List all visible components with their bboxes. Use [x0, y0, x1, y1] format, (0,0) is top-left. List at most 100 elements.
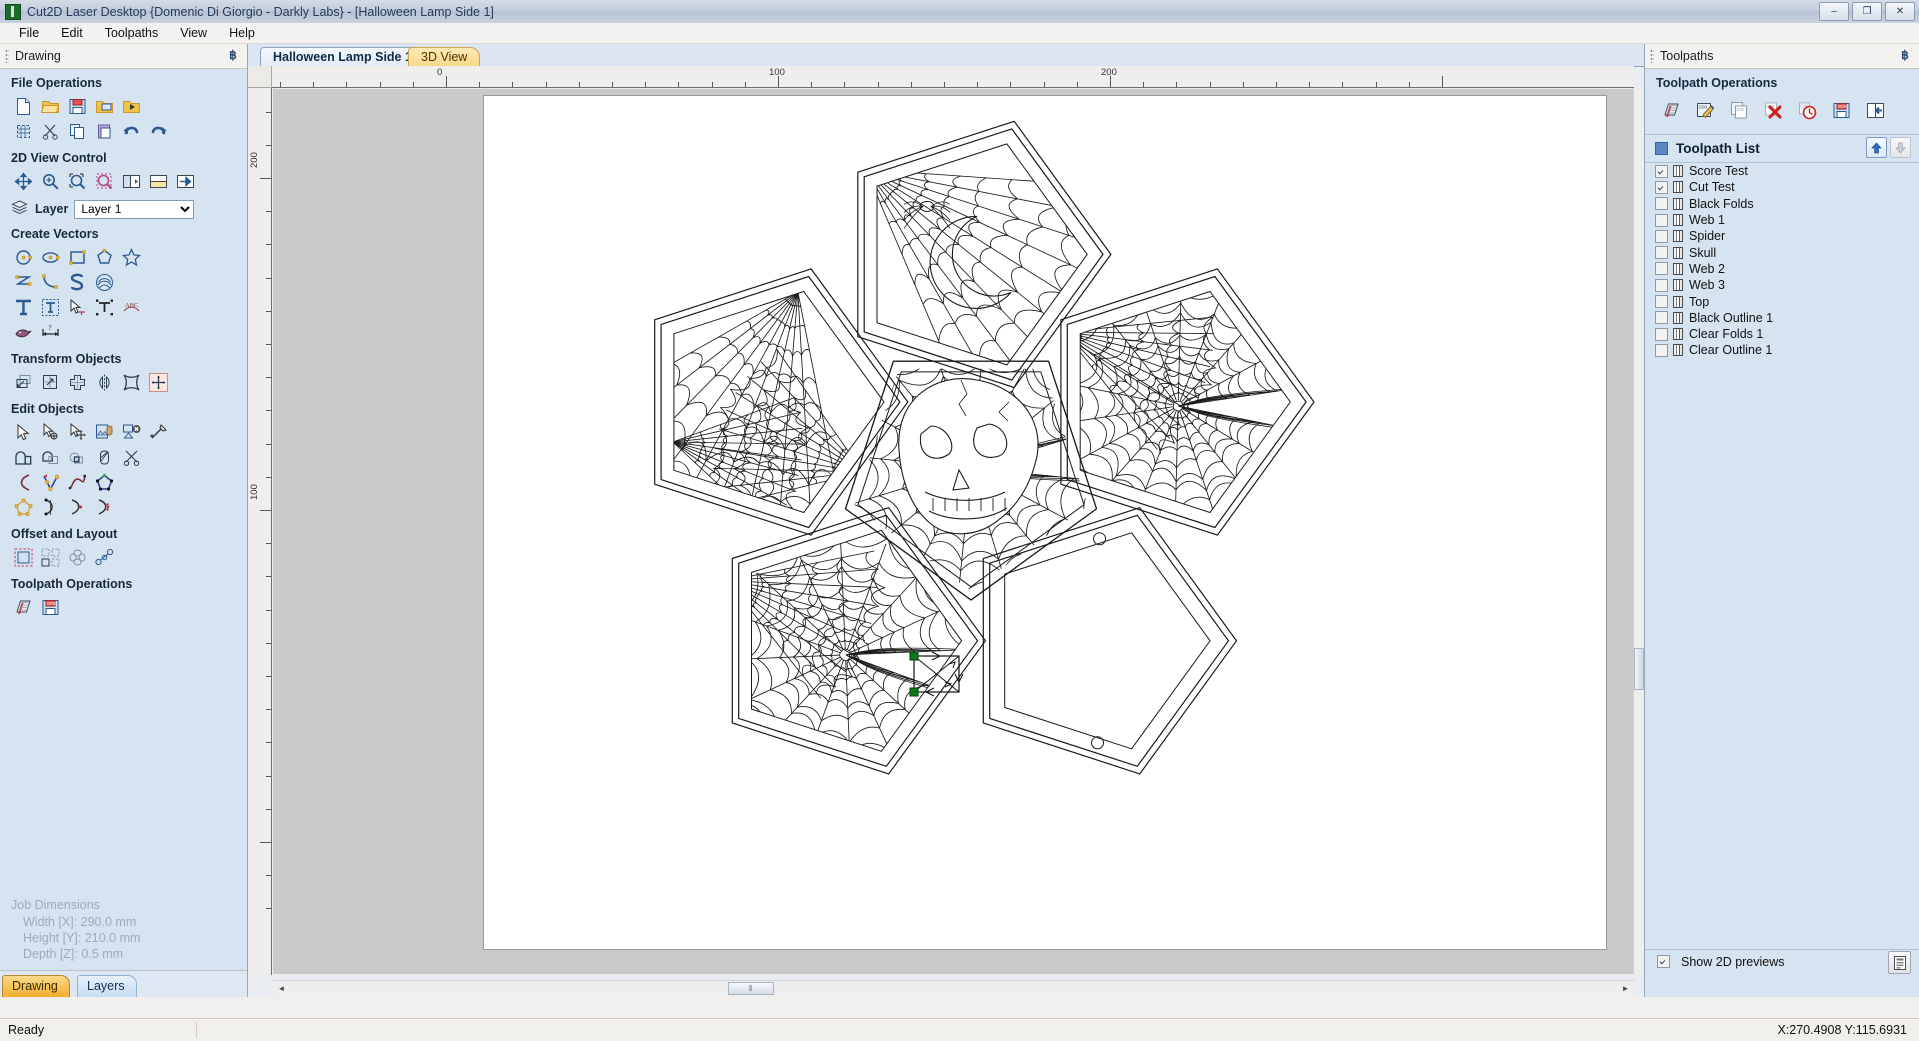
move-object-button[interactable] — [10, 370, 37, 395]
zoom-box-button[interactable] — [91, 169, 118, 194]
pan-view-button[interactable] — [10, 169, 37, 194]
toolpath-visibility-checkbox[interactable] — [1655, 197, 1668, 211]
trim-vectors-button[interactable] — [118, 445, 145, 470]
measure-button[interactable] — [145, 420, 172, 445]
group-objects-button[interactable] — [91, 420, 118, 445]
open-folder-button[interactable] — [37, 94, 64, 119]
job-material-sheet[interactable] — [483, 95, 1607, 950]
spiral-texture-button[interactable] — [91, 270, 118, 295]
scale-object-button[interactable] — [37, 370, 64, 395]
zoom-extents-button[interactable] — [64, 169, 91, 194]
move-nodes-button[interactable] — [64, 420, 91, 445]
selection-overlay[interactable] — [484, 96, 1606, 949]
toolpath-summary-button[interactable] — [1861, 96, 1889, 124]
new-file-button[interactable] — [10, 94, 37, 119]
toolpath-list-item[interactable]: Black Folds — [1645, 196, 1919, 212]
toolpath-list-item[interactable]: Clear Outline 1 — [1645, 342, 1919, 358]
toggle-right-pane-button[interactable] — [172, 169, 199, 194]
toolpath-list-item[interactable]: Web 1 — [1645, 212, 1919, 228]
save-disk-button[interactable] — [64, 94, 91, 119]
toolpath-visibility-checkbox[interactable] — [1655, 311, 1668, 325]
toolpath-summary-button[interactable] — [1888, 951, 1911, 974]
open-recent-button[interactable] — [91, 94, 118, 119]
draw-circle-button[interactable] — [10, 245, 37, 270]
ungroup-objects-button[interactable] — [118, 420, 145, 445]
text-in-box-button[interactable] — [37, 295, 64, 320]
toolpath-visibility-checkbox[interactable] — [1655, 213, 1668, 227]
preview-toolpath-button[interactable] — [1657, 96, 1685, 124]
pin-icon[interactable]: ฿ — [227, 49, 239, 62]
toolpath-visibility-checkbox[interactable] — [1655, 246, 1668, 260]
weld-vectors-button[interactable] — [10, 445, 37, 470]
block-copy-button[interactable] — [91, 545, 118, 570]
close-vector-button[interactable] — [91, 470, 118, 495]
draw-ellipse-button[interactable] — [37, 245, 64, 270]
layer-select[interactable]: Layer 1 — [74, 199, 195, 219]
preview-toolpath-button[interactable] — [10, 595, 37, 620]
draw-curve-button[interactable] — [37, 270, 64, 295]
toolpath-list-item[interactable]: Web 2 — [1645, 261, 1919, 277]
node-editor-button[interactable] — [37, 470, 64, 495]
move-toolpath-up-button[interactable] — [1866, 137, 1887, 158]
align-objects-button[interactable] — [145, 370, 172, 395]
trace-bitmap-button[interactable] — [10, 320, 37, 345]
toolpath-list-item[interactable]: Cut Test — [1645, 179, 1919, 195]
tab-layers[interactable]: Layers — [77, 975, 137, 997]
toolpath-list-item[interactable]: Top — [1645, 293, 1919, 309]
text-on-curve-button[interactable]: ABC — [118, 295, 145, 320]
mirror-object-button[interactable] — [91, 370, 118, 395]
toolpaths-panel-grip-icon[interactable] — [1650, 49, 1654, 63]
toolpath-visibility-checkbox[interactable] — [1655, 180, 1668, 194]
draw-rectangle-button[interactable] — [64, 245, 91, 270]
save-toolpath-button[interactable]: G00 — [1827, 96, 1855, 124]
estimate-time-button[interactable]: G00 — [1793, 96, 1821, 124]
copy-toolpath-button[interactable]: G00 — [1725, 96, 1753, 124]
toggle-split-view-button[interactable] — [145, 169, 172, 194]
draw-polyline-button[interactable] — [10, 270, 37, 295]
curve-points-button[interactable] — [91, 495, 118, 520]
toolpath-visibility-checkbox[interactable] — [1655, 229, 1668, 243]
join-open-vectors-button[interactable] — [10, 470, 37, 495]
rotate-object-button[interactable] — [64, 370, 91, 395]
curve-start-button[interactable] — [64, 495, 91, 520]
edit-toolpath-button[interactable]: G00 — [1691, 96, 1719, 124]
canvas-vertical-scrollbar[interactable] — [1633, 88, 1644, 975]
save-toolpath-button[interactable]: G00 — [37, 595, 64, 620]
move-toolpath-down-button[interactable] — [1890, 137, 1911, 158]
redo-button[interactable] — [145, 119, 172, 144]
close-button[interactable]: ✕ — [1885, 2, 1915, 21]
subtract-vectors-button[interactable] — [37, 445, 64, 470]
show-2d-previews-checkbox[interactable] — [1657, 955, 1670, 968]
job-setup-button[interactable] — [10, 119, 37, 144]
toolpath-list-item[interactable]: Black Outline 1 — [1645, 310, 1919, 326]
intersect-vectors-button[interactable] — [64, 445, 91, 470]
toolpath-list[interactable]: Score Test Cut Test Black Folds Web 1 Spider… — [1645, 162, 1919, 359]
import-vectors-button[interactable] — [118, 94, 145, 119]
open-curve-button[interactable] — [37, 495, 64, 520]
create-text-button[interactable] — [10, 295, 37, 320]
dimension-tool-button[interactable]: ? — [37, 320, 64, 345]
draw-sshape-button[interactable] — [64, 270, 91, 295]
toolpath-visibility-checkbox[interactable] — [1655, 295, 1668, 309]
toolpath-list-item[interactable]: Clear Folds 1 — [1645, 326, 1919, 342]
panel-grip-icon[interactable] — [5, 49, 9, 63]
tab-drawing[interactable]: Drawing — [2, 975, 70, 997]
minimize-button[interactable]: – — [1819, 2, 1849, 21]
paste-button[interactable] — [91, 119, 118, 144]
toggle-left-pane-button[interactable] — [118, 169, 145, 194]
select-text-button[interactable] — [64, 295, 91, 320]
offset-vectors-button[interactable] — [10, 545, 37, 570]
toolpath-visibility-checkbox[interactable] — [1655, 278, 1668, 292]
menu-file[interactable]: File — [8, 24, 50, 42]
copy-button[interactable] — [64, 119, 91, 144]
fit-curve-button[interactable] — [64, 470, 91, 495]
select-arrow-button[interactable] — [10, 420, 37, 445]
fill-vectors-button[interactable] — [91, 445, 118, 470]
menu-edit[interactable]: Edit — [50, 24, 94, 42]
toolpath-visibility-checkbox[interactable] — [1655, 343, 1668, 357]
toolpath-visibility-checkbox[interactable] — [1655, 327, 1668, 341]
undo-button[interactable] — [118, 119, 145, 144]
nesting-button[interactable] — [37, 545, 64, 570]
vertical-scroll-thumb[interactable] — [1634, 648, 1644, 690]
maximize-button[interactable]: ❐ — [1852, 2, 1882, 21]
